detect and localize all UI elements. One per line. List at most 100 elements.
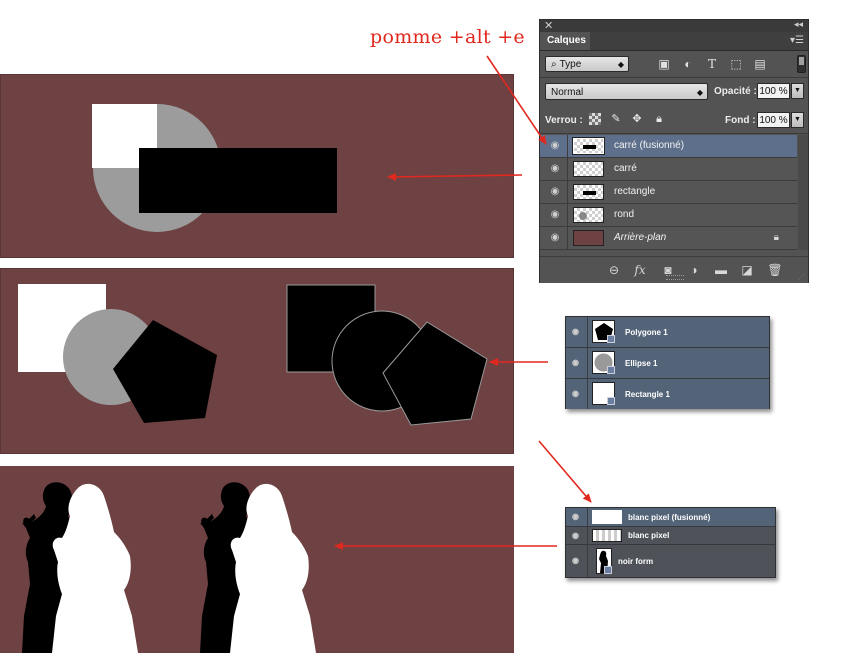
- divider: [567, 181, 568, 203]
- layer-row-ellipse[interactable]: ◉ Ellipse 1: [566, 348, 769, 379]
- adjustment-filter-icon[interactable]: ◐: [681, 57, 695, 71]
- layer-name: blanc pixel (fusionné): [628, 513, 711, 522]
- panel-drag-handle[interactable]: [666, 275, 684, 280]
- layer-thumbnail: [572, 137, 605, 155]
- fx-icon[interactable]: fx: [632, 262, 648, 278]
- layer-row-rectangle[interactable]: ◉ rectangle: [540, 181, 797, 204]
- blend-mode-value: Normal: [551, 87, 584, 98]
- vector-mask-badge-icon: [607, 397, 615, 405]
- close-icon[interactable]: ✕: [544, 19, 553, 32]
- eye-icon[interactable]: ◉: [572, 531, 579, 540]
- layer-row-carre[interactable]: ◉ carré: [540, 158, 797, 181]
- fill-label: Fond :: [725, 115, 756, 126]
- layer-name: blanc pixel: [628, 531, 670, 540]
- canvas-1-artwork: [92, 104, 337, 232]
- lock-position-icon[interactable]: ✥: [631, 113, 643, 125]
- layer-row-rond[interactable]: ◉ rond: [540, 204, 797, 227]
- layer-thumbnail: [596, 548, 612, 574]
- canvas-3-artwork: [22, 482, 316, 653]
- arrow-diagonal-to-pixel-panel: [538, 440, 592, 503]
- layer-row-rectangle[interactable]: ◉ Rectangle 1: [566, 379, 769, 409]
- eye-icon[interactable]: ◉: [549, 186, 561, 198]
- trash-icon[interactable]: 🗑︎: [767, 262, 783, 278]
- layer-row-carre-fusionne[interactable]: ◉ carré (fusionné): [540, 135, 797, 158]
- tab-calques[interactable]: Calques: [540, 32, 590, 50]
- folder-icon[interactable]: ▬: [713, 262, 729, 278]
- layer-name: Ellipse 1: [625, 359, 658, 368]
- opacity-label: Opacité :: [714, 86, 757, 97]
- canvas-vector-shapes: [0, 268, 514, 454]
- lock-all-icon[interactable]: 🔒︎: [653, 113, 665, 125]
- layer-name: noir form: [618, 557, 654, 566]
- new-layer-icon[interactable]: ◪: [739, 262, 755, 278]
- text-filter-icon[interactable]: T: [705, 57, 719, 71]
- layer-name: Arrière-plan: [614, 232, 667, 243]
- lock-icon[interactable]: 🔒︎: [774, 232, 779, 243]
- vector-mask-badge-icon: [607, 335, 615, 343]
- layer-row-noir-form[interactable]: ◉ noir form: [566, 545, 775, 577]
- divider: [567, 135, 568, 157]
- blend-mode-select[interactable]: Normal ◆: [545, 83, 708, 100]
- lock-image-pixels-icon[interactable]: ✎: [610, 113, 622, 125]
- canvas-silhouettes: [0, 466, 514, 653]
- divider: [587, 508, 588, 526]
- adjustment-icon[interactable]: ◑: [686, 262, 702, 278]
- fill-dropdown[interactable]: ▼: [791, 112, 804, 128]
- divider: [587, 348, 588, 378]
- eye-icon[interactable]: ◉: [572, 556, 579, 565]
- canvas-merged-shapes: [0, 74, 514, 258]
- double-chevron-icon[interactable]: ◂◂: [794, 19, 803, 30]
- layer-thumbnail: [573, 184, 604, 200]
- layers-panel: ✕ ◂◂ Calques ▾☰ ⌕ Type ◆ ▣ ◐ T ⬚ ▤ Normal…: [539, 19, 809, 283]
- layer-thumbnail: [592, 382, 615, 405]
- silhouette-pair-left: [22, 482, 138, 653]
- layer-row-blanc-pixel[interactable]: ◉ blanc pixel: [566, 527, 775, 545]
- eye-icon[interactable]: ◉: [572, 327, 579, 336]
- layer-row-blanc-pixel-fusionne[interactable]: ◉ blanc pixel (fusionné): [566, 508, 775, 527]
- silhouette-pair-right: [200, 482, 316, 653]
- lock-transparent-pixels-icon[interactable]: [589, 113, 601, 125]
- eye-icon[interactable]: ◉: [549, 163, 561, 175]
- filter-toggle[interactable]: [797, 55, 806, 73]
- layer-name: rectangle: [614, 186, 656, 197]
- layer-thumbnail: [573, 207, 604, 223]
- layers-scrollbar[interactable]: [798, 135, 808, 250]
- layer-row-polygone[interactable]: ◉ Polygone 1: [566, 317, 769, 348]
- vector-mask-badge-icon: [604, 566, 612, 574]
- eye-icon[interactable]: ◉: [572, 389, 579, 398]
- select-arrows-icon: ◆: [696, 88, 703, 97]
- layer-name: Rectangle 1: [625, 390, 670, 399]
- resize-grip-icon[interactable]: ⋰: [798, 273, 805, 281]
- eye-icon[interactable]: ◉: [549, 140, 561, 152]
- pixel-layers-panel: ◉ blanc pixel (fusionné) ◉ blanc pixel ◉…: [565, 507, 776, 578]
- divider: [567, 227, 568, 249]
- opacity-field[interactable]: 100 %: [757, 83, 790, 99]
- layer-name: carré: [614, 163, 637, 174]
- fill-field[interactable]: 100 %: [757, 112, 790, 128]
- divider: [567, 158, 568, 180]
- link-icon[interactable]: ⊖: [606, 262, 622, 278]
- divider: [587, 527, 588, 544]
- layer-thumbnail: [592, 320, 615, 343]
- layer-row-arriere-plan[interactable]: ◉ Arrière-plan 🔒︎: [540, 227, 797, 250]
- black-rectangle-shape: [139, 148, 337, 213]
- layer-thumbnail: [573, 161, 604, 177]
- panel-menu-icon[interactable]: ▾☰: [790, 35, 804, 46]
- eye-icon[interactable]: ◉: [549, 232, 561, 244]
- select-arrows-icon: ◆: [617, 60, 624, 69]
- layer-name: carré (fusionné): [614, 140, 685, 151]
- eye-icon[interactable]: ◉: [549, 209, 561, 221]
- lock-label: Verrou :: [545, 115, 583, 126]
- smart-object-filter-icon[interactable]: ▤: [753, 57, 767, 71]
- shape-filter-icon[interactable]: ⬚: [729, 57, 743, 71]
- divider: [567, 204, 568, 226]
- opacity-dropdown[interactable]: ▼: [791, 83, 804, 99]
- search-icon: ⌕: [551, 59, 557, 70]
- eye-icon[interactable]: ◉: [572, 512, 579, 521]
- image-filter-icon[interactable]: ▣: [657, 57, 671, 71]
- eye-icon[interactable]: ◉: [572, 358, 579, 367]
- canvas-2-artwork: [18, 284, 488, 426]
- layers-list: ◉ carré (fusionné) ◉ carré ◉ rectangle ◉…: [540, 135, 797, 250]
- divider: [587, 379, 588, 409]
- filter-kind-select[interactable]: ⌕ Type ◆: [545, 56, 629, 72]
